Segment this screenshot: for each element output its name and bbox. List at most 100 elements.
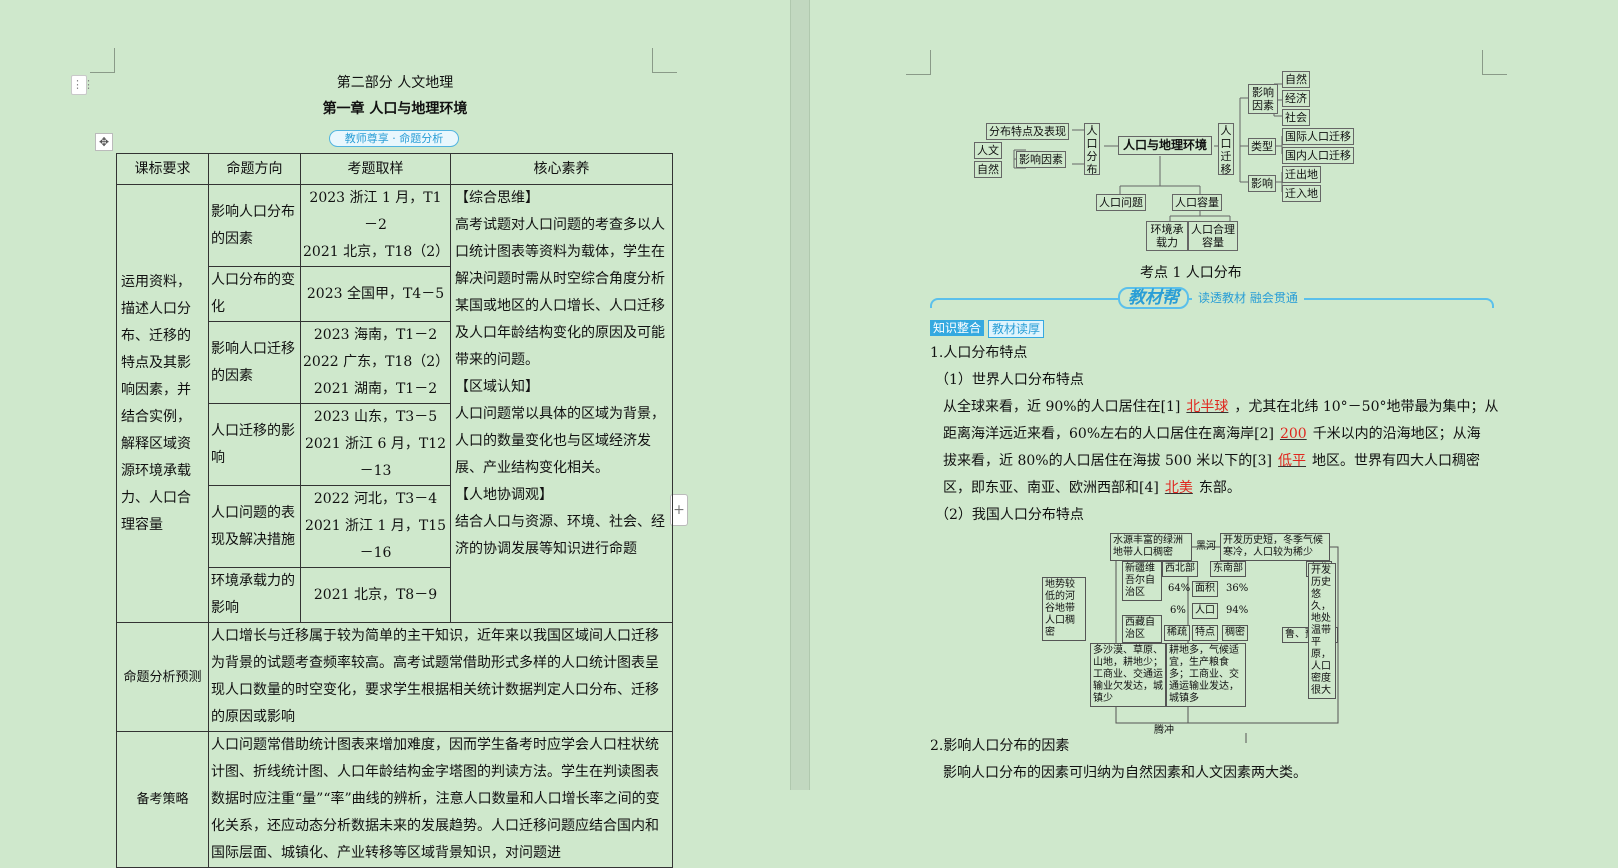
cm-heihe: 黑河 [1196,541,1216,552]
standard-cell: 运用资料，描述人口分布、迁移的特点及其影响因素，并结合实例，解释区域资源环境承载… [116,184,209,623]
sample-line: 2022 广东，T18（2） [303,354,450,370]
knowledge-tag: 知识整合 [930,320,985,336]
part-title: 第二部分 人文地理 [336,75,454,91]
cm-ne-short: 开发历史短，冬季气候寒冷，人口较为稀少 [1220,533,1330,561]
direction-cell: 人口分布的变化 [208,266,301,322]
text-run: 地区。世界有四大人口稠密 [1312,453,1481,469]
cm-tibet: 西藏自治区 [1122,615,1162,643]
table-header: 命题方向 [208,153,301,185]
section-title: 考点 1 人口分布 [1140,265,1242,281]
text-run: 千米以内的沿海地区；从海 [1312,426,1481,442]
sample-cell: 2023 山东，T3－5 2021 浙江 6 月，T12－13 [300,403,451,486]
course-table: 课标要求 命题方向 考题取样 核心素养 运用资料，描述人口分布、迁移的特点及其影… [116,153,673,868]
sample-line: 2021 湖南，T1－2 [313,381,438,397]
mm-nature: 自然 [974,161,1002,178]
heading-2: 2.影响人口分布的因素 [930,738,1070,754]
margin-corner [1482,50,1507,75]
text-run: ，尤其在北纬 10°－50°地带最为集中；从 [1234,399,1499,415]
text-run: 东部。 [1198,480,1241,496]
margin-corner [652,48,677,73]
chapter-title: 第一章 人口与地理环境 [322,101,468,117]
strategy-label: 备考策略 [116,731,209,868]
cm-nw-area: 64% [1168,583,1191,594]
forecast-label: 命题分析预测 [116,622,209,732]
cm-se-pop: 94% [1226,605,1249,616]
mm-mig-type: 类型 [1248,138,1276,155]
cm-area-label: 面积 [1192,581,1218,597]
mm-mig-type-item: 国内人口迁移 [1282,147,1354,164]
sample-line: 2021 北京，T18（2） [303,244,450,260]
textbook-banner: 教材帮 读透教材 融会贯通 [930,287,1494,309]
mm-distribution: 人口分布 [1084,123,1100,176]
cm-feature-label: 特点 [1192,625,1218,641]
sample-line: 2023 浙江 1 月，T1－2 [309,190,442,233]
cm-nw: 西北部 [1162,561,1198,577]
sample-cell: 2023 全国甲，T4－5 [300,266,451,322]
concept-map: 分布特点及表现 人文 自然 影响因素 人口分布 人口与地理环境 人口迁移 影响因… [974,66,1420,256]
cm-se-reason: 耕地多，气候适宜，生产粮食多；工商业、交通运输业发达，城镇多 [1166,643,1246,707]
paragraph-line: 从全球来看，近 90%的人口居住在[1] 北半球 ，尤其在北纬 10°－50°地带最… [943,394,1499,421]
sample-line: 2023 全国甲，T4－5 [306,285,445,302]
mm-mig-effect-item: 迁入地 [1282,185,1321,202]
mm-humanities: 人文 [974,142,1002,159]
mm-mig-factor-item: 自然 [1282,71,1310,88]
china-population-diagram: 水源丰富的绿洲地带人口稠密 黑河 开发历史短，冬季气候寒冷，人口较为稀少 东北 … [1042,533,1340,751]
cm-pop-label: 人口 [1192,603,1218,619]
cm-long-history: 开发历史悠久，地处温带平原，人口密度很大 [1308,563,1336,699]
margin-corner [90,48,115,73]
paragraph-line: 区，即东亚、南亚、欧洲西部和[4] 北美 东部。 [943,475,1241,502]
text-run: 区，即东亚、南亚、欧洲西部和[4] [943,480,1159,496]
sample-line: 2021 浙江 6 月，T12－13 [304,436,447,479]
paragraph-line: 拔来看，近 80%的人口居住在海拔 500 米以下的[3] 低平 地区。世界有四大人… [943,448,1480,475]
sample-cell: 2023 浙江 1 月，T1－2 2021 北京，T18（2） [300,184,451,267]
mm-influence-factors: 影响因素 [1016,151,1066,168]
sample-line: 2021 北京，T8－9 [313,586,438,603]
move-arrows-icon[interactable]: ✥ [95,133,113,151]
mm-dist-features: 分布特点及表现 [986,123,1069,140]
mm-env-capacity: 环境承载力 [1146,221,1188,251]
subheading-world: （1）世界人口分布特点 [935,372,1084,388]
textbook-tag: 教材读厚 [988,320,1045,338]
mm-mig-effect: 影响 [1248,175,1276,192]
cm-valley: 地势较低的河谷地带人口稠密 [1042,577,1086,641]
cm-sparse: 稀疏 [1164,625,1190,641]
direction-cell: 人口迁移的影响 [208,403,301,486]
sample-line: 2021 浙江 1 月，T15－16 [304,518,447,561]
sample-line: 2023 海南，T1－2 [313,327,438,343]
banner-subtitle: 读透教材 融会贯通 [1192,289,1304,306]
mm-mig-factor-item: 社会 [1282,109,1310,126]
direction-cell: 影响人口迁移的因素 [208,321,301,404]
mm-mig-effect-item: 迁出地 [1282,166,1321,183]
table-header: 课标要求 [116,153,209,185]
sample-cell: 2022 河北，T3－4 2021 浙江 1 月，T15－16 [300,485,451,568]
answer-2: 200 [1279,426,1307,442]
mm-problem: 人口问题 [1096,194,1146,211]
heading-1: 1.人口分布特点 [930,345,1028,361]
strategy-text: 人口问题常借助统计图表来增加难度，因而学生备考时应学会人口柱状统计图、折线统计图… [208,731,673,868]
page-gap [790,0,810,790]
text-run: 拔来看，近 80%的人口居住在海拔 500 米以下的[3] [943,453,1273,469]
literacy-cell: 【综合思维】 高考试题对人口问题的考查多以人口统计图表等资料为载体，学生在解决问… [450,184,673,623]
subheading-china: （2）我国人口分布特点 [935,507,1084,523]
cm-se: 东南部 [1210,561,1246,577]
cm-nw-pop: 6% [1170,605,1186,616]
mm-mig-factors: 影响因素 [1248,84,1278,114]
paragraph-line: 距离海洋远近来看，60%左右的人口居住在离海岸[2] 200 千米以内的沿海地区；从… [943,421,1481,448]
mm-reasonable-capacity: 人口合理容量 [1188,221,1238,251]
cm-tengchong: 腾冲 [1154,725,1174,736]
sample-line: 2022 河北，T3－4 [313,491,438,507]
cm-oasis: 水源丰富的绿洲地带人口稠密 [1110,533,1192,561]
sample-cell: 2023 海南，T1－2 2022 广东，T18（2） 2021 湖南，T1－2 [300,321,451,404]
answer-4: 北美 [1164,480,1193,496]
mm-mig-type-item: 国际人口迁移 [1282,128,1354,145]
text-run: 距离海洋远近来看，60%左右的人口居住在离海岸[2] [943,426,1274,442]
cm-se-area: 36% [1226,583,1249,594]
banner-title: 教材帮 [1118,287,1189,309]
mm-capacity: 人口容量 [1172,194,1222,211]
sample-cell: 2021 北京，T8－9 [300,567,451,623]
left-page: ⋮⋮ 第二部分 人文地理 第一章 人口与地理环境 教师尊享 · 命题分析 ✥ +… [0,0,790,868]
answer-1: 北半球 [1186,399,1229,415]
teacher-badge: 教师尊享 · 命题分析 [329,130,459,147]
cm-xinjiang: 新疆维吾尔自治区 [1122,561,1162,601]
sample-line: 2023 山东，T3－5 [313,409,438,425]
